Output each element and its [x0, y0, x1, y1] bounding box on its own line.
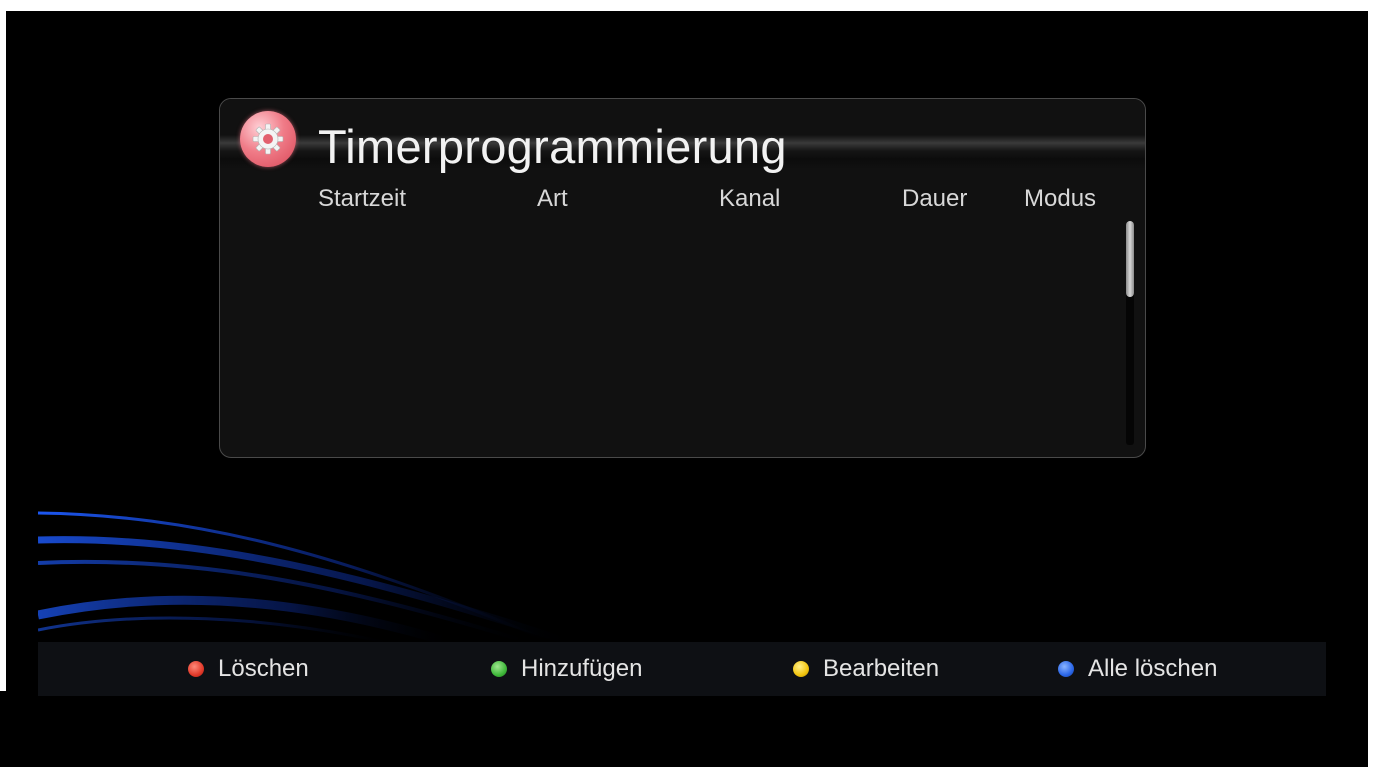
green-dot-icon — [491, 661, 507, 677]
yellow-dot-icon — [793, 661, 809, 677]
green-key-label: Hinzufügen — [521, 655, 643, 682]
scrollbar[interactable] — [1126, 221, 1134, 445]
gear-icon — [240, 111, 296, 167]
blue-key-label: Alle löschen — [1088, 655, 1218, 682]
red-key-delete[interactable]: Löschen — [188, 642, 309, 696]
timer-panel: Timerprogrammierung Startzeit Art Kanal … — [219, 98, 1146, 458]
column-header-startzeit: Startzeit — [318, 185, 407, 212]
scrollbar-thumb[interactable] — [1126, 221, 1134, 297]
blue-key-delete-all[interactable]: Alle löschen — [1058, 642, 1217, 696]
screen-border-top — [0, 0, 1374, 11]
color-key-bar: Löschen Hinzufügen Bearbeiten Alle lösch… — [38, 642, 1326, 696]
screen-border-right — [1368, 0, 1374, 767]
yellow-key-edit[interactable]: Bearbeiten — [793, 642, 939, 696]
title-bar: Timerprogrammierung — [220, 99, 1145, 177]
red-key-label: Löschen — [218, 655, 309, 682]
column-header-modus: Modus — [1024, 185, 1097, 212]
column-header-kanal: Kanal — [719, 185, 781, 212]
column-header-art: Art — [537, 185, 568, 212]
background-swoosh — [38, 511, 580, 645]
red-dot-icon — [188, 661, 204, 677]
blue-dot-icon — [1058, 661, 1074, 677]
screen-border-left — [0, 11, 6, 691]
green-key-add[interactable]: Hinzufügen — [491, 642, 642, 696]
yellow-key-label: Bearbeiten — [823, 655, 940, 682]
column-header-dauer: Dauer — [902, 185, 968, 212]
page-title: Timerprogrammierung — [318, 120, 787, 173]
